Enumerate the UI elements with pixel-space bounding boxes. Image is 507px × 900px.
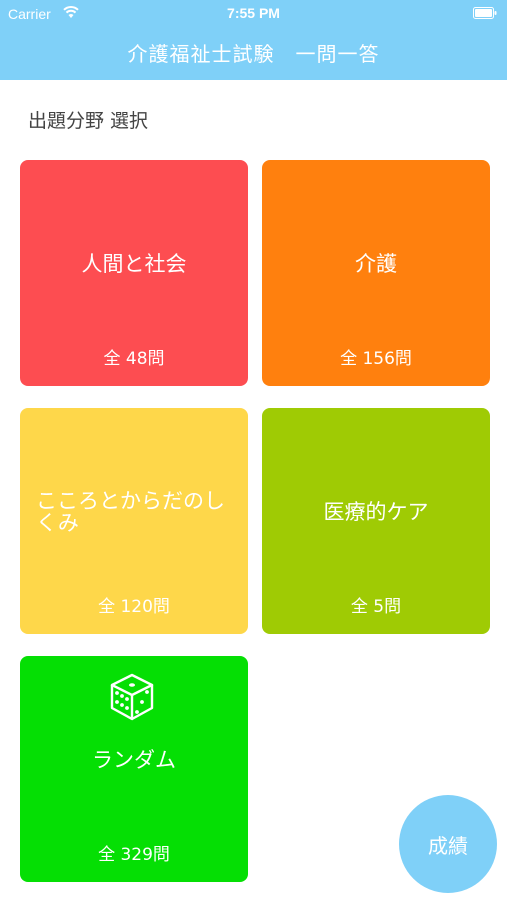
question-count: 全 5問 [350, 597, 402, 617]
category-tile-random[interactable]: ランダム 全 329問 [20, 656, 248, 882]
dice-icon [110, 673, 154, 721]
category-name: こころとからだのしくみ [36, 489, 225, 535]
section-title: 出題分野 選択 [28, 110, 149, 132]
category-name: 介護 [355, 252, 397, 276]
status-bar: Carrier 7:55 PM [0, 0, 507, 28]
category-tile-medical-care[interactable]: 医療的ケア 全 5問 [262, 408, 490, 634]
question-count: 全 48問 [103, 349, 165, 369]
category-name: 人間と社会 [81, 252, 187, 276]
question-count: 全 120問 [98, 597, 170, 617]
app-header: Carrier 7:55 PM 介護福祉士試験 一問一答 [0, 0, 507, 80]
nav-title: 介護福祉士試験 一問一答 [127, 42, 380, 66]
category-tile-human-society[interactable]: 人間と社会 全 48問 [20, 160, 248, 386]
question-count: 全 156問 [340, 349, 412, 369]
category-name: ランダム [92, 748, 176, 772]
category-tile-mind-body[interactable]: こころとからだのしくみ 全 120問 [20, 408, 248, 634]
status-time: 7:55 PM [227, 5, 280, 21]
results-button[interactable]: 成績 [399, 795, 497, 893]
question-count: 全 329問 [98, 845, 170, 865]
category-tile-care[interactable]: 介護 全 156問 [262, 160, 490, 386]
battery-icon [473, 7, 497, 19]
category-name: 医療的ケア [323, 500, 429, 524]
